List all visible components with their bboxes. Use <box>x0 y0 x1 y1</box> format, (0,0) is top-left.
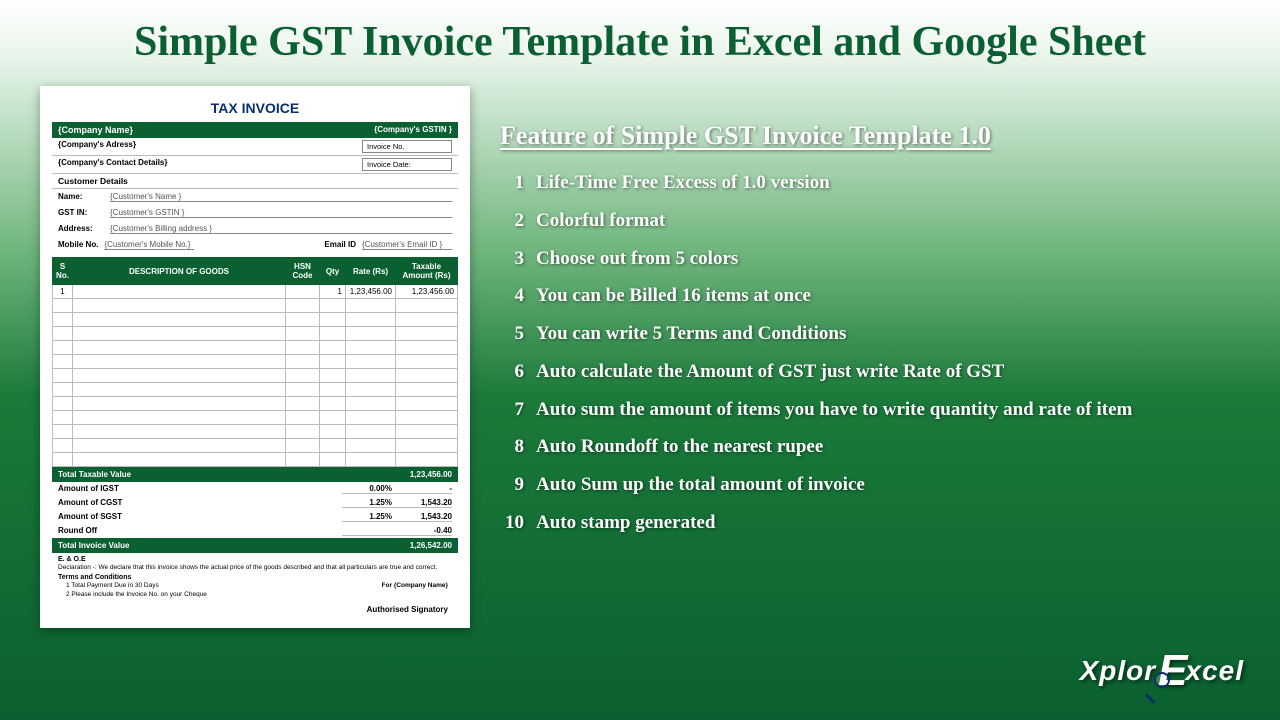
term-2: 2 Please include the Invoice No. on your… <box>58 591 207 599</box>
table-row <box>53 369 458 383</box>
feature-item: 7Auto sum the amount of items you have t… <box>500 398 1250 422</box>
magnifier-icon <box>1144 672 1170 698</box>
feature-item: 10Auto stamp generated <box>500 511 1250 535</box>
roundoff-row: Round Off -0.40 <box>52 524 458 538</box>
table-row <box>53 341 458 355</box>
table-row <box>53 355 458 369</box>
gstin-value: {Customer's GSTIN } <box>110 208 452 218</box>
for-company: For {Company Name} <box>382 582 452 599</box>
feature-item: 2Colorful format <box>500 209 1250 233</box>
feature-item: 6Auto calculate the Amount of GST just w… <box>500 360 1250 384</box>
table-row <box>53 453 458 467</box>
brand-logo: Xplor E xcel <box>1080 646 1244 696</box>
declaration: Declaration -: We declare that this invo… <box>58 564 437 571</box>
features-heading: Feature of Simple GST Invoice Template 1… <box>500 121 1250 151</box>
feature-item: 1Life-Time Free Excess of 1.0 version <box>500 171 1250 195</box>
name-value: {Customer's Name } <box>110 192 452 202</box>
email-label: Email ID <box>324 240 356 250</box>
company-contact: {Company's Contact Details} <box>58 158 167 171</box>
feature-item: 9Auto Sum up the total amount of invoice <box>500 473 1250 497</box>
mobile-value: {Customer's Mobile No.} <box>104 240 194 250</box>
feature-item: 4You can be Billed 16 items at once <box>500 284 1250 308</box>
table-row <box>53 411 458 425</box>
th-hsn: HSN Code <box>286 258 320 285</box>
table-row <box>53 327 458 341</box>
customer-details-heading: Customer Details <box>52 174 458 189</box>
th-amount: Taxable Amount (Rs) <box>396 258 458 285</box>
table-row <box>53 397 458 411</box>
invoice-date-label: Invoice Date: <box>367 160 411 169</box>
logo-e-icon: E <box>1158 646 1187 696</box>
mobile-label: Mobile No. <box>58 240 98 250</box>
logo-text-part2: xcel <box>1186 655 1245 687</box>
company-name: {Company Name} <box>58 125 133 135</box>
total-invoice-row: Total Invoice Value 1,26,542.00 <box>52 538 458 553</box>
table-row: 1 1 1,23,456.00 1,23,456.00 <box>53 285 458 299</box>
feature-item: 8Auto Roundoff to the nearest rupee <box>500 435 1250 459</box>
cgst-row: Amount of CGST 1.25% 1,543.20 <box>52 496 458 510</box>
company-header-bar: {Company Name} {Company's GSTIN } <box>52 122 458 138</box>
signatory: Authorised Signatory <box>52 601 458 618</box>
th-rate: Rate (Rs) <box>346 258 396 285</box>
features-list: 1Life-Time Free Excess of 1.0 version 2C… <box>500 171 1250 535</box>
name-label: Name: <box>58 192 102 202</box>
table-row <box>53 383 458 397</box>
page-title: Simple GST Invoice Template in Excel and… <box>0 0 1280 66</box>
th-sno: S No. <box>53 258 73 285</box>
address-label: Address: <box>58 224 102 234</box>
email-value: {Customer's Email ID } <box>362 240 452 250</box>
features-panel: Feature of Simple GST Invoice Template 1… <box>500 86 1250 628</box>
feature-item: 3Choose out from 5 colors <box>500 247 1250 271</box>
sgst-row: Amount of SGST 1.25% 1,543.20 <box>52 510 458 524</box>
invoice-preview: TAX INVOICE {Company Name} {Company's GS… <box>40 86 470 628</box>
items-table: S No. DESCRIPTION OF GOODS HSN Code Qty … <box>52 257 458 467</box>
total-taxable-row: Total Taxable Value 1,23,456.00 <box>52 467 458 482</box>
table-row <box>53 313 458 327</box>
address-value: {Customer's Billing address } <box>110 224 452 234</box>
terms-heading: Terms and Conditions <box>58 574 131 581</box>
eoe: E. & O.E <box>58 556 86 563</box>
feature-item: 5You can write 5 Terms and Conditions <box>500 322 1250 346</box>
table-row <box>53 425 458 439</box>
invoice-title: TAX INVOICE <box>52 96 458 122</box>
company-gstin: {Company's GSTIN } <box>374 125 452 135</box>
term-1: 1 Total Payment Due in 30 Days <box>58 582 207 590</box>
th-desc: DESCRIPTION OF GOODS <box>73 258 286 285</box>
invoice-no-label: Invoice No. <box>367 142 405 151</box>
igst-row: Amount of IGST 0.00% - <box>52 482 458 496</box>
gstin-label: GST IN: <box>58 208 102 218</box>
table-row <box>53 439 458 453</box>
th-qty: Qty <box>320 258 346 285</box>
company-address: {Company's Adress} <box>58 140 136 153</box>
table-row <box>53 299 458 313</box>
